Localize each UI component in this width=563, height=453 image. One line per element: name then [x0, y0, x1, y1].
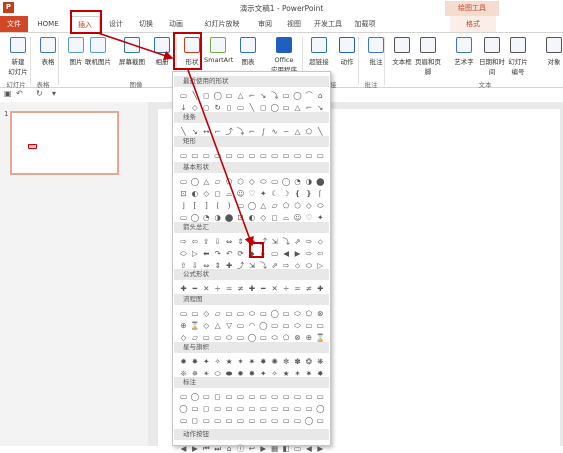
arrow-to-shape	[187, 69, 254, 247]
annotation-arrows	[97, 32, 254, 247]
arrow-to-shapes	[97, 32, 174, 60]
